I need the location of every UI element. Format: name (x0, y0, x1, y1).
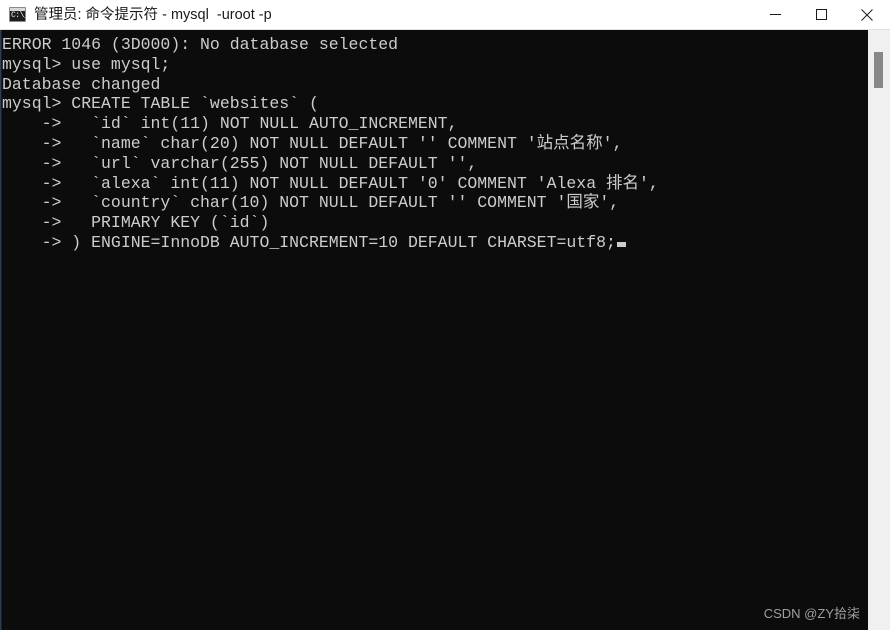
console-line: -> `country` char(10) NOT NULL DEFAULT '… (2, 193, 620, 213)
window-left-edge (0, 30, 2, 630)
window-controls (752, 0, 890, 30)
console-line: mysql> CREATE TABLE `websites` ( (2, 94, 319, 114)
console-line: -> PRIMARY KEY (`id`) (2, 213, 270, 233)
vertical-scrollbar[interactable] (868, 30, 890, 630)
console-output[interactable]: ERROR 1046 (3D000): No database selected… (0, 30, 890, 630)
close-icon (861, 8, 873, 21)
minimize-button[interactable] (752, 0, 798, 30)
cmd-icon-prompt-glyph: C:\_ (11, 11, 25, 20)
scrollbar-thumb[interactable] (874, 52, 883, 88)
text-cursor (616, 241, 626, 247)
console-line: Database changed (2, 74, 161, 94)
window-titlebar[interactable]: C:\_ 管理员: 命令提示符 - mysql -uroot -p (0, 0, 890, 30)
console-line: -> `name` char(20) NOT NULL DEFAULT '' C… (2, 133, 623, 153)
console-area[interactable]: ERROR 1046 (3D000): No database selected… (0, 30, 890, 630)
console-line: -> `url` varchar(255) NOT NULL DEFAULT '… (2, 153, 478, 173)
titlebar-left-group: C:\_ 管理员: 命令提示符 - mysql -uroot -p (0, 5, 752, 25)
console-line: mysql> use mysql; (2, 54, 171, 74)
watermark-text: CSDN @ZY拾柒 (763, 606, 860, 621)
console-line: -> `id` int(11) NOT NULL AUTO_INCREMENT, (2, 114, 458, 134)
console-line: -> ) ENGINE=InnoDB AUTO_INCREMENT=10 DEF… (2, 233, 890, 253)
console-line: ERROR 1046 (3D000): No database selected (2, 35, 399, 54)
console-line: -> `alexa` int(11) NOT NULL DEFAULT '0' … (2, 173, 659, 193)
command-prompt-window: C:\_ 管理员: 命令提示符 - mysql -uroot -p (0, 0, 890, 630)
window-title: 管理员: 命令提示符 - mysql -uroot -p (34, 6, 272, 23)
maximize-button[interactable] (798, 0, 844, 30)
maximize-icon (815, 9, 827, 20)
minimize-icon (769, 14, 781, 15)
cmd-console-icon: C:\_ (9, 7, 26, 22)
close-button[interactable] (844, 0, 890, 30)
